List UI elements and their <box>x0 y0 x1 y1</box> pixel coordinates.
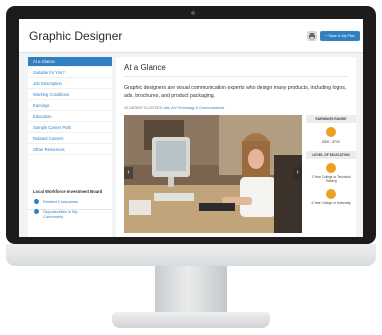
money-icon <box>326 127 336 137</box>
section-title: At a Glance <box>124 63 166 72</box>
main-content: At a Glance Graphic designers are visual… <box>116 57 356 237</box>
print-button[interactable] <box>307 31 317 41</box>
sidebar-link-label: Opportunities in My Community <box>43 209 78 219</box>
location-icon <box>34 209 39 214</box>
title-divider <box>124 76 348 77</box>
earnings-range-header: EARNINGS RANGE <box>306 115 356 123</box>
carousel-next-button[interactable]: › <box>293 167 302 179</box>
save-to-plan-button[interactable]: + Save to My Plan <box>320 31 360 41</box>
camera-dot <box>191 11 195 15</box>
sidebar-section-title: Local Workforce Investment Board <box>33 189 103 194</box>
earnings-range-value: $30K - $70K <box>322 140 340 144</box>
photo-illustration <box>124 115 302 233</box>
sidebar-link-opportunities[interactable]: Opportunities in My Community <box>28 209 98 219</box>
clusters-label: 16 CAREER CLUSTERS: <box>124 106 163 110</box>
sidebar: At a Glance Suitable for You? Job Descri… <box>28 57 112 237</box>
sidebar-item-working-conditions[interactable]: Working Conditions <box>28 90 112 100</box>
page-title: Graphic Designer <box>29 29 123 43</box>
sidebar-item-at-a-glance[interactable]: At a Glance <box>28 57 112 67</box>
sidebar-item-suitable[interactable]: Suitable for You? <box>28 68 112 78</box>
education-level-1: 2-Year College or Technical Training <box>311 175 351 183</box>
education-icon <box>326 163 336 173</box>
sidebar-item-other-resources[interactable]: Other Resources <box>28 145 112 155</box>
top-bar: Graphic Designer + Save to My Plan <box>19 19 363 53</box>
clusters-link[interactable]: Arts, A/V Technology & Communications <box>164 106 225 110</box>
screen: Graphic Designer + Save to My Plan At a … <box>19 19 363 237</box>
chevron-right-icon: › <box>296 169 299 176</box>
education-icon <box>326 189 336 199</box>
sidebar-link-label: Related Companies <box>43 199 79 204</box>
career-description: Graphic designers are visual communicati… <box>124 85 347 99</box>
education-level-2: 4-Year College or University <box>311 201 351 205</box>
monitor-chin <box>6 244 376 266</box>
monitor-stand-base <box>112 312 270 328</box>
sidebar-item-education[interactable]: Education <box>28 112 112 122</box>
sidebar-item-earnings[interactable]: Earnings <box>28 101 112 111</box>
printer-icon <box>309 33 315 40</box>
carousel-prev-button[interactable]: ‹ <box>124 167 133 179</box>
career-clusters: 16 CAREER CLUSTERS: Arts, A/V Technology… <box>124 106 224 110</box>
quick-facts-panel: EARNINGS RANGE $30K - $70K LEVEL OF EDUC… <box>306 115 356 233</box>
chevron-left-icon: ‹ <box>127 169 130 176</box>
education-level-header: LEVEL OF EDUCATION <box>306 151 356 159</box>
location-icon <box>34 199 39 204</box>
sidebar-item-career-path[interactable]: Sample Career Path <box>28 123 112 133</box>
career-photo: ‹ › <box>124 115 302 233</box>
save-label: Save to My Plan <box>328 34 355 38</box>
monitor-stand-neck <box>155 266 227 318</box>
sidebar-link-related-companies[interactable]: Related Companies <box>28 199 112 204</box>
sidebar-item-job-description[interactable]: Job Description <box>28 79 112 89</box>
sidebar-item-related-careers[interactable]: Related Careers <box>28 134 112 144</box>
